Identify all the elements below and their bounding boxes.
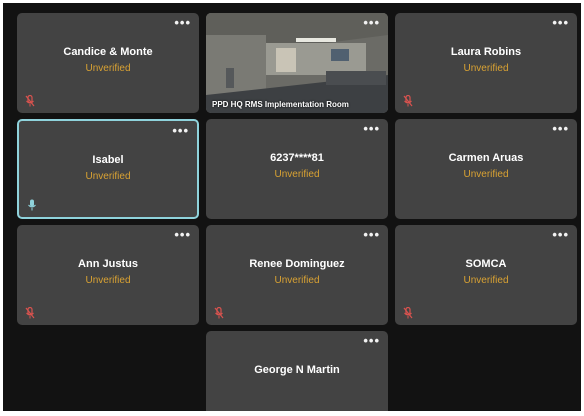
participant-tile[interactable]: ••• Candice & Monte Unverified bbox=[17, 13, 199, 113]
participant-name: Candice & Monte bbox=[63, 46, 153, 58]
more-options-button[interactable]: ••• bbox=[363, 334, 380, 347]
muted-mic-icon bbox=[403, 95, 413, 107]
participant-name: Ann Justus bbox=[78, 258, 138, 270]
muted-mic-icon bbox=[403, 307, 413, 319]
participant-tile[interactable]: ••• Laura Robins Unverified bbox=[395, 13, 577, 113]
verification-status: Unverified bbox=[463, 169, 509, 180]
participant-tile-active[interactable]: ••• Isabel Unverified bbox=[17, 119, 199, 219]
participant-tile[interactable]: ••• 6237****81 Unverified bbox=[206, 119, 388, 219]
more-options-button[interactable]: ••• bbox=[172, 124, 189, 137]
muted-mic-icon bbox=[25, 307, 35, 319]
more-options-button[interactable]: ••• bbox=[552, 16, 569, 29]
participant-name: Carmen Aruas bbox=[448, 152, 524, 164]
participant-name: Laura Robins bbox=[450, 46, 522, 58]
verification-status: Unverified bbox=[463, 275, 509, 286]
video-grid: ••• Candice & Monte Unverified PPD HQ RM… bbox=[3, 3, 581, 411]
room-video-feed bbox=[206, 13, 388, 113]
more-options-button[interactable]: ••• bbox=[174, 16, 191, 29]
verification-status: Unverified bbox=[463, 63, 509, 74]
participant-tile[interactable]: ••• SOMCA Unverified bbox=[395, 225, 577, 325]
participant-name: George N Martin bbox=[254, 364, 340, 376]
participant-name: Renee Dominguez bbox=[249, 258, 345, 270]
video-feed-tile[interactable]: PPD HQ RMS Implementation Room ••• bbox=[206, 13, 388, 113]
more-options-button[interactable]: ••• bbox=[552, 122, 569, 135]
verification-status: Unverified bbox=[274, 169, 320, 180]
video-caption: PPD HQ RMS Implementation Room bbox=[212, 100, 349, 109]
participant-name: SOMCA bbox=[465, 258, 507, 270]
more-options-button[interactable]: ••• bbox=[363, 228, 380, 241]
more-options-button[interactable]: ••• bbox=[174, 228, 191, 241]
mic-icon bbox=[28, 199, 36, 211]
muted-mic-icon bbox=[25, 95, 35, 107]
participant-tile[interactable]: ••• Ann Justus Unverified bbox=[17, 225, 199, 325]
verification-status: Unverified bbox=[85, 171, 131, 182]
more-options-button[interactable]: ••• bbox=[363, 16, 380, 29]
verification-status: Unverified bbox=[85, 275, 131, 286]
participant-tile[interactable]: ••• Renee Dominguez Unverified bbox=[206, 225, 388, 325]
participant-name: Isabel bbox=[92, 154, 124, 166]
more-options-button[interactable]: ••• bbox=[363, 122, 380, 135]
more-options-button[interactable]: ••• bbox=[552, 228, 569, 241]
participant-name: 6237****81 bbox=[270, 152, 324, 164]
participant-tile[interactable]: ••• George N Martin bbox=[206, 331, 388, 411]
participant-tile[interactable]: ••• Carmen Aruas Unverified bbox=[395, 119, 577, 219]
muted-mic-icon bbox=[214, 307, 224, 319]
verification-status: Unverified bbox=[85, 63, 131, 74]
verification-status: Unverified bbox=[274, 275, 320, 286]
